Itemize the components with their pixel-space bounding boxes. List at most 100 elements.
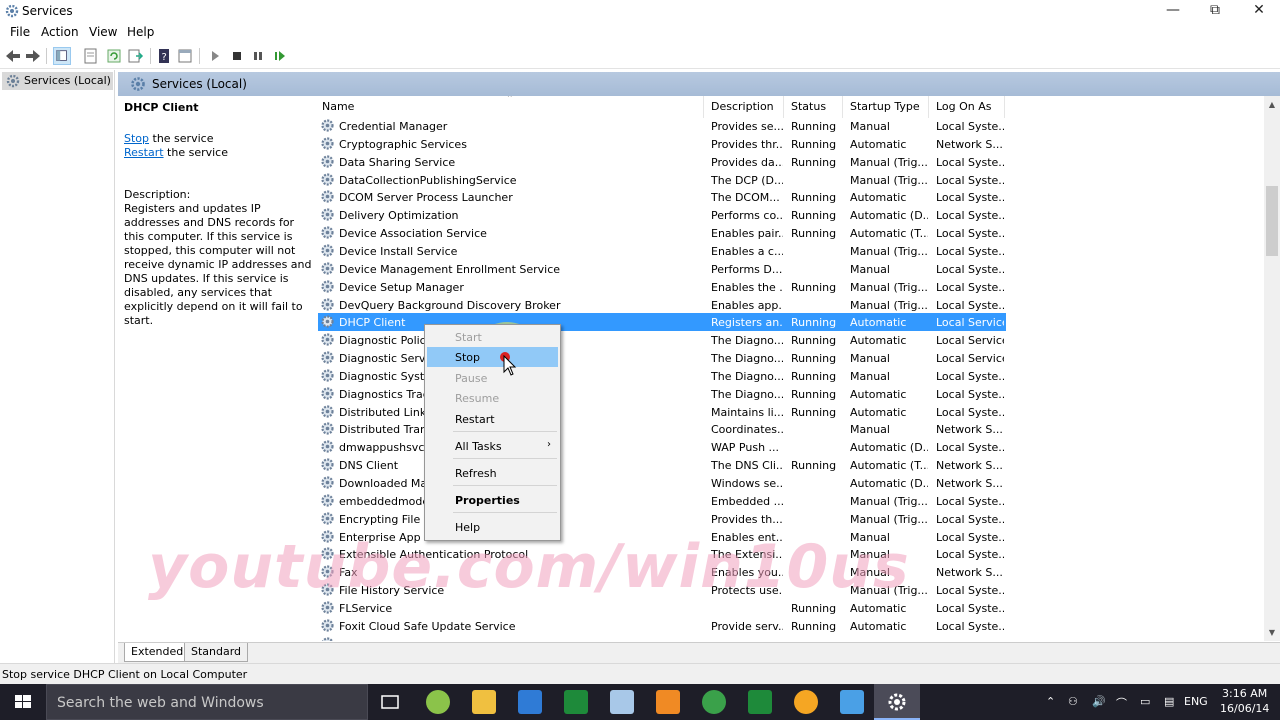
store-icon[interactable] [518, 690, 542, 714]
spreadsheet-app-icon[interactable] [564, 690, 588, 714]
window-app-icon[interactable] [840, 690, 864, 714]
service-row[interactable]: DNS Client The DNS Cli... Running Automatic… [318, 456, 1006, 474]
back-arrow-icon[interactable] [4, 47, 22, 65]
service-row[interactable]: Distributed Trans Coordinates... Manual Net… [318, 420, 1006, 438]
service-row[interactable] [318, 635, 1006, 641]
menu-action[interactable]: Action [41, 25, 79, 39]
tree-item-services-local[interactable]: Services (Local) [2, 72, 113, 90]
service-row[interactable]: Cryptographic Services Provides thr... Run… [318, 135, 1006, 153]
service-row[interactable]: Credential Manager Provides se... Running M… [318, 117, 1006, 135]
stop-service-icon[interactable] [228, 47, 246, 65]
service-row[interactable]: Diagnostic Policy The Diagno... Running Aut… [318, 331, 1006, 349]
service-row[interactable]: Device Association Service Enables pair..… [318, 224, 1006, 242]
column-divider[interactable] [842, 96, 843, 118]
console-tree-icon[interactable] [53, 47, 71, 65]
close-button[interactable]: ✕ [1236, 0, 1280, 22]
network-icon[interactable]: ⌒ [1116, 695, 1127, 711]
scroll-thumb[interactable] [1266, 186, 1278, 256]
taskbar-search-box[interactable]: Search the web and Windows [46, 684, 368, 720]
volume-icon[interactable]: 🔊 [1092, 695, 1106, 708]
show-hide-action-pane-icon[interactable] [176, 47, 194, 65]
context-menu-refresh[interactable]: Refresh [427, 463, 558, 483]
properties-sheet-icon[interactable] [82, 47, 100, 65]
clock-date[interactable]: 16/06/14 [1220, 702, 1269, 715]
service-row[interactable]: Diagnostic Syster The Diagno... Running Man… [318, 367, 1006, 385]
green-app-icon[interactable] [702, 690, 726, 714]
service-row[interactable]: DHCP Client Registers an... Running Automat… [318, 313, 1006, 332]
context-menu-pause[interactable]: Pause [427, 368, 558, 388]
paint-app-icon[interactable] [656, 690, 680, 714]
menu-file[interactable]: File [10, 25, 30, 39]
export-list-icon[interactable] [126, 47, 144, 65]
pause-service-icon[interactable] [249, 47, 267, 65]
notepad-icon[interactable] [610, 690, 634, 714]
context-menu-properties[interactable]: Properties [427, 490, 558, 510]
column-header-description[interactable]: Description [711, 100, 774, 113]
restart-service-icon[interactable] [271, 47, 289, 65]
context-menu-help[interactable]: Help [427, 517, 558, 537]
menu-view[interactable]: View [89, 25, 117, 39]
minimize-button[interactable]: — [1150, 0, 1196, 22]
tab-extended[interactable]: Extended [124, 643, 191, 662]
vertical-scrollbar[interactable]: ▲ ▼ [1264, 96, 1280, 641]
context-menu-restart[interactable]: Restart [427, 409, 558, 429]
service-row[interactable]: Data Sharing Service Provides da... Runnin… [318, 153, 1006, 171]
scroll-up-icon[interactable]: ▲ [1264, 100, 1280, 109]
service-row[interactable]: DevQuery Background Discovery Broker Enab… [318, 296, 1006, 314]
menu-help[interactable]: Help [127, 25, 154, 39]
service-row[interactable]: Foxit Cloud Safe Update Service Provide s… [318, 617, 1006, 635]
help-book-icon[interactable]: ? [155, 47, 173, 65]
column-divider[interactable] [703, 96, 704, 118]
task-view-icon[interactable] [378, 690, 402, 714]
service-gear-icon [321, 619, 334, 632]
service-log-on-as: Network S... [936, 137, 1003, 151]
context-menu-start[interactable]: Start [427, 327, 558, 347]
refresh-icon[interactable] [105, 47, 123, 65]
tab-standard[interactable]: Standard [184, 643, 249, 662]
column-divider[interactable] [1004, 96, 1005, 118]
scroll-down-icon[interactable]: ▼ [1264, 628, 1280, 637]
service-row[interactable]: dmwappushsvc WAP Push ... Automatic (D... L… [318, 438, 1006, 456]
service-row[interactable]: DCOM Server Process Launcher The DCOM... R… [318, 188, 1006, 206]
tray-people-icon[interactable]: ⚇ [1068, 695, 1078, 708]
context-menu-all-tasks[interactable]: All Tasks › [427, 436, 558, 456]
column-divider[interactable] [783, 96, 784, 118]
column-header-startup-type[interactable]: Startup Type [850, 100, 920, 113]
context-menu-stop[interactable]: Stop [427, 347, 558, 367]
tray-chevron-icon[interactable]: ⌃ [1046, 695, 1055, 708]
windows-start-icon[interactable] [0, 684, 46, 720]
service-row[interactable]: Device Management Enrollment Service Perf… [318, 260, 1006, 278]
service-row[interactable]: Downloaded Ma Windows se... Automatic (D..… [318, 474, 1006, 492]
context-menu-resume[interactable]: Resume [427, 388, 558, 408]
service-row[interactable]: Encrypting File S Provides th... Manual (T… [318, 510, 1006, 528]
media-app-icon[interactable] [426, 690, 450, 714]
stop-service-link[interactable]: Stop [124, 132, 149, 145]
service-row[interactable]: Diagnostics Track The Diagno... Running Aut… [318, 385, 1006, 403]
notification-icon[interactable]: ▤ [1164, 695, 1174, 708]
column-divider[interactable] [928, 96, 929, 118]
detail-title: DHCP Client [124, 101, 199, 114]
language-indicator[interactable]: ENG [1184, 695, 1208, 708]
forward-arrow-icon[interactable] [24, 47, 42, 65]
service-description: Windows se... [711, 477, 783, 490]
camtasia-app-icon[interactable] [748, 690, 772, 714]
service-row[interactable]: Delivery Optimization Performs co... Runni… [318, 206, 1006, 224]
service-row[interactable]: Distributed Link T Maintains li... Running… [318, 403, 1006, 421]
services-taskbar-button[interactable] [874, 684, 920, 720]
recorder-app-icon[interactable] [794, 690, 818, 714]
service-row[interactable]: Device Install Service Enables a c... Manu… [318, 242, 1006, 260]
maximize-button[interactable]: ⧉ [1192, 0, 1238, 22]
service-row[interactable]: DataCollectionPublishingService The DCP (… [318, 171, 1006, 189]
service-startup-type: Manual (Trig... [850, 512, 928, 526]
service-row[interactable]: Device Setup Manager Enables the ... Runni… [318, 278, 1006, 296]
clock-time[interactable]: 3:16 AM [1222, 687, 1267, 700]
column-header-name[interactable]: Name [322, 100, 354, 113]
column-header-log-on-as[interactable]: Log On As [936, 100, 992, 113]
service-row[interactable]: embeddedmode Embedded ... Manual (Trig... L… [318, 492, 1006, 510]
service-row[interactable]: Diagnostic Servic The Diagno... Running Man… [318, 349, 1006, 367]
column-header-status[interactable]: Status [791, 100, 826, 113]
battery-icon[interactable]: ▭ [1140, 695, 1150, 708]
file-explorer-icon[interactable] [472, 690, 496, 714]
start-service-icon[interactable] [206, 47, 224, 65]
restart-service-link[interactable]: Restart [124, 146, 164, 159]
